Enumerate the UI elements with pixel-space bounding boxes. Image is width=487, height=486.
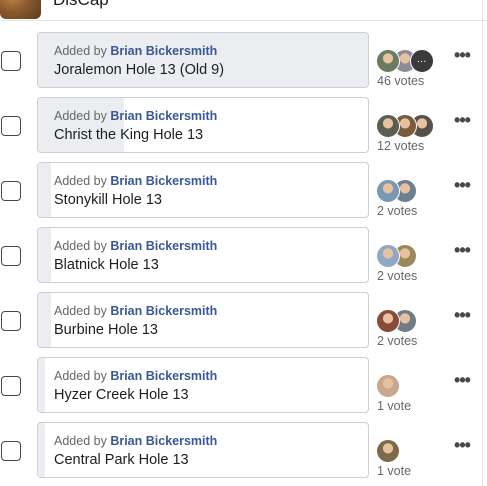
- more-options-icon[interactable]: •••: [450, 371, 474, 389]
- option-name: Christ the King Hole 13: [54, 127, 204, 143]
- added-by-prefix: Added by: [54, 44, 107, 58]
- poll-option[interactable]: Added by Brian Bickersmith Joralemon Hole…: [37, 32, 369, 88]
- vote-checkbox[interactable]: [1, 246, 21, 266]
- poll-option[interactable]: Added by Brian Bickersmith Christ the Kin…: [37, 97, 369, 153]
- more-options-icon[interactable]: •••: [450, 241, 474, 259]
- vote-count[interactable]: 2 votes: [377, 269, 417, 283]
- author-link[interactable]: Brian Bickersmith: [110, 44, 217, 58]
- added-by-text: Added by Brian Bickersmith: [54, 434, 217, 448]
- voter-avatar[interactable]: [376, 244, 400, 268]
- poll-option[interactable]: Added by Brian Bickersmith Central Park H…: [37, 422, 369, 478]
- voter-avatar[interactable]: [376, 439, 400, 463]
- voter-avatar[interactable]: [376, 179, 400, 203]
- poll-option[interactable]: Added by Brian Bickersmith Stonykill Hole…: [37, 162, 369, 218]
- group-name[interactable]: DisCap: [53, 0, 109, 10]
- group-header: DisCap: [0, 0, 487, 21]
- added-by-text: Added by Brian Bickersmith: [54, 304, 217, 318]
- vote-checkbox[interactable]: [1, 441, 21, 461]
- author-link[interactable]: Brian Bickersmith: [110, 109, 217, 123]
- added-by-text: Added by Brian Bickersmith: [54, 44, 217, 58]
- option-name: Joralemon Hole 13 (Old 9): [54, 62, 225, 78]
- poll-option-row: Added by Brian Bickersmith Joralemon Hole…: [0, 32, 487, 89]
- poll-option-row: Added by Brian Bickersmith Burbine Hole 1…: [0, 292, 487, 349]
- poll-option-row: Added by Brian Bickersmith Central Park H…: [0, 422, 487, 479]
- voter-avatar[interactable]: [376, 114, 400, 138]
- vote-share-bar: [38, 33, 368, 87]
- option-name: Blatnick Hole 13: [54, 257, 159, 273]
- author-link[interactable]: Brian Bickersmith: [110, 369, 217, 383]
- more-options-icon[interactable]: •••: [450, 436, 474, 454]
- vote-share-bar: [38, 293, 51, 347]
- vote-checkbox[interactable]: [1, 311, 21, 331]
- option-name: Central Park Hole 13: [54, 452, 189, 468]
- poll-option-row: Added by Brian Bickersmith Hyzer Creek Ho…: [0, 357, 487, 414]
- vote-share-bar: [38, 423, 45, 477]
- added-by-prefix: Added by: [54, 109, 107, 123]
- added-by-text: Added by Brian Bickersmith: [54, 109, 217, 123]
- voter-avatar[interactable]: [376, 49, 400, 73]
- vote-count[interactable]: 12 votes: [377, 139, 424, 153]
- more-options-icon[interactable]: •••: [450, 306, 474, 324]
- poll-option-row: Added by Brian Bickersmith Blatnick Hole …: [0, 227, 487, 284]
- vote-count[interactable]: 46 votes: [377, 74, 424, 88]
- author-link[interactable]: Brian Bickersmith: [110, 174, 217, 188]
- added-by-text: Added by Brian Bickersmith: [54, 239, 217, 253]
- option-name: Hyzer Creek Hole 13: [54, 387, 189, 403]
- author-link[interactable]: Brian Bickersmith: [110, 304, 217, 318]
- poll-option[interactable]: Added by Brian Bickersmith Burbine Hole 1…: [37, 292, 369, 348]
- vote-checkbox[interactable]: [1, 376, 21, 396]
- vote-checkbox[interactable]: [1, 116, 21, 136]
- added-by-text: Added by Brian Bickersmith: [54, 369, 217, 383]
- poll-option[interactable]: Added by Brian Bickersmith Blatnick Hole …: [37, 227, 369, 283]
- added-by-prefix: Added by: [54, 174, 107, 188]
- vote-share-bar: [38, 98, 124, 152]
- vote-count[interactable]: 1 vote: [377, 464, 411, 478]
- more-options-icon[interactable]: •••: [450, 46, 474, 64]
- option-name: Burbine Hole 13: [54, 322, 158, 338]
- added-by-prefix: Added by: [54, 369, 107, 383]
- more-options-icon[interactable]: •••: [450, 176, 474, 194]
- voter-avatar[interactable]: [376, 309, 400, 333]
- vote-checkbox[interactable]: [1, 181, 21, 201]
- vote-checkbox[interactable]: [1, 51, 21, 71]
- vote-share-bar: [38, 163, 51, 217]
- option-name: Stonykill Hole 13: [54, 192, 162, 208]
- added-by-text: Added by Brian Bickersmith: [54, 174, 217, 188]
- added-by-prefix: Added by: [54, 434, 107, 448]
- more-options-icon[interactable]: •••: [450, 111, 474, 129]
- vote-count[interactable]: 2 votes: [377, 204, 417, 218]
- voter-avatar[interactable]: [376, 374, 400, 398]
- added-by-prefix: Added by: [54, 239, 107, 253]
- author-link[interactable]: Brian Bickersmith: [110, 239, 217, 253]
- poll-option-row: Added by Brian Bickersmith Stonykill Hole…: [0, 162, 487, 219]
- vote-count[interactable]: 1 vote: [377, 399, 411, 413]
- author-link[interactable]: Brian Bickersmith: [110, 434, 217, 448]
- vote-count[interactable]: 2 votes: [377, 334, 417, 348]
- added-by-prefix: Added by: [54, 304, 107, 318]
- vote-share-bar: [38, 228, 51, 282]
- poll-option-row: Added by Brian Bickersmith Christ the Kin…: [0, 97, 487, 154]
- poll-option[interactable]: Added by Brian Bickersmith Hyzer Creek Ho…: [37, 357, 369, 413]
- more-voters-icon[interactable]: …: [410, 49, 434, 73]
- vote-share-bar: [38, 358, 45, 412]
- group-avatar[interactable]: [0, 0, 41, 19]
